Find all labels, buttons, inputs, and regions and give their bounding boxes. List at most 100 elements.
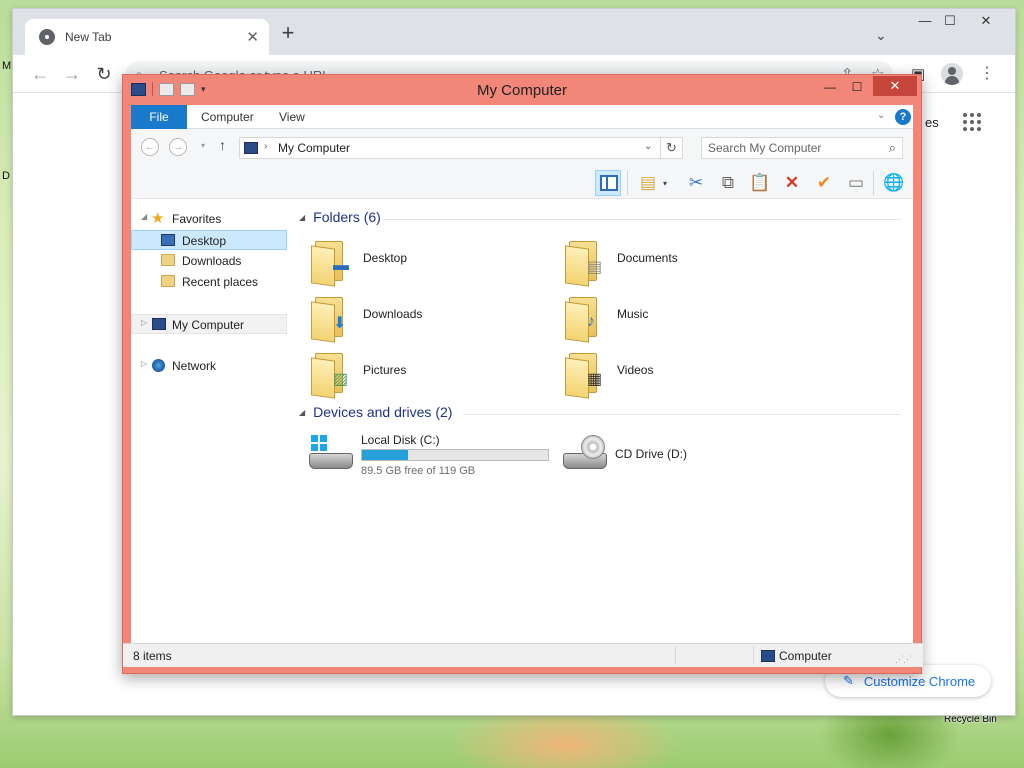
breadcrumb-separator-icon[interactable]: › [264,141,267,152]
group-header-folders[interactable]: ◢ Folders (6) [299,209,381,229]
cd-drive-icon [563,435,609,475]
help-icon[interactable]: ? [895,109,911,125]
sidebar-item-downloads[interactable]: Downloads [131,251,287,271]
drive-local-disk-c[interactable]: Local Disk (C:) 89.5 GB free of 119 GB [309,431,559,483]
folder-icon: ▤ [565,237,605,287]
download-arrow-icon: ⬇ [333,315,347,332]
folder-label: Pictures [363,363,407,377]
toolbar-divider [873,171,874,195]
sidebar-item-my-computer[interactable]: ▷ My Computer [131,314,287,334]
computer-icon [152,318,166,330]
chrome-menu-icon[interactable]: ⋮ [979,63,995,83]
folder-label: Music [617,307,649,321]
navigation-pane-button[interactable] [595,170,621,196]
sidebar-item-desktop[interactable]: Desktop [131,230,287,250]
tab-close-icon[interactable]: ✕ [246,28,259,46]
up-button[interactable]: ↑ [219,137,226,153]
sidebar-item-label: Downloads [182,254,242,268]
ntp-images-link-fragment[interactable]: es [925,115,939,130]
resize-grip-icon[interactable]: ⋰⋰ [895,654,912,665]
drive-free-space: 89.5 GB free of 119 GB [361,465,476,477]
statusbar-item-count: 8 items [133,649,172,663]
downloads-folder-icon [161,254,175,266]
copy-button[interactable]: ⧉ [715,170,741,196]
google-apps-icon[interactable] [963,113,981,131]
search-input[interactable] [708,141,878,155]
layout-pane-icon [600,175,618,191]
sidebar-item-favorites[interactable]: ◢ ★ Favorites [131,209,287,229]
globe-button[interactable]: 🌐 [881,170,907,196]
cut-button[interactable]: ✂ [683,170,709,196]
explorer-statusbar: 8 items Computer ⋰⋰ [123,643,923,667]
paste-button[interactable]: 📋 [747,170,773,196]
chrome-logo-icon [39,29,55,45]
new-tab-button[interactable]: + [277,22,299,45]
tab-file[interactable]: File [131,105,187,129]
search-icon[interactable]: ⌕ [889,140,896,156]
reload-button[interactable]: ↻ [93,64,115,85]
properties-folder-button[interactable]: ▤ [635,170,661,196]
check-button[interactable]: ✔ [811,170,837,196]
address-dropdown-icon[interactable]: ⌄ [644,141,652,152]
profile-avatar[interactable] [941,63,963,85]
rename-button[interactable]: ▭ [843,170,869,196]
expand-caret-icon[interactable]: ◢ [141,212,147,221]
explorer-titlebar[interactable]: ▾ My Computer — ☐ ✕ [123,75,921,105]
tab-view[interactable]: View [265,105,319,129]
chrome-maximize-button[interactable]: ☐ [935,13,965,29]
collapse-caret-icon[interactable]: ◢ [299,213,305,222]
tab-new-tab[interactable]: New Tab ✕ [25,19,269,55]
group-header-devices[interactable]: ◢ Devices and drives (2) [299,404,452,424]
collapsed-caret-icon[interactable]: ▷ [141,318,147,327]
explorer-minimize-button[interactable]: — [816,77,844,97]
group-divider [383,219,901,220]
address-bar[interactable]: › My Computer ⌄ [239,137,661,159]
tab-title: New Tab [65,30,112,44]
pencil-icon: ✎ [843,673,854,688]
tab-computer[interactable]: Computer [187,105,268,129]
folder-label: Downloads [363,307,423,321]
collapse-caret-icon[interactable]: ◢ [299,408,305,417]
statusbar-location: Computer [779,649,832,663]
folder-desktop[interactable]: ▬ Desktop [311,235,561,287]
recent-locations-icon[interactable]: ▾ [201,141,205,150]
music-note-icon: ♪ [587,313,595,330]
back-button[interactable]: ← [29,64,51,85]
ribbon-expand-icon[interactable]: ⌄ [877,110,885,121]
computer-icon [244,142,258,154]
collapsed-caret-icon[interactable]: ▷ [141,359,147,368]
forward-button[interactable]: → [61,64,83,85]
folder-documents[interactable]: ▤ Documents [565,235,815,287]
sidebar-item-label: My Computer [172,318,245,332]
windows-logo-icon [311,435,327,451]
desktop-icon [161,234,175,246]
content-pane: ◢ Folders (6) ▬ Desktop ▤ Documents ⬇ Dow… [291,199,913,629]
delete-button[interactable]: ✕ [779,170,805,196]
chrome-tabstrip: New Tab ✕ + ⌄ — ☐ ✕ [13,9,1015,55]
sidebar-item-recent-places[interactable]: Recent places [131,272,287,292]
tab-search-icon[interactable]: ⌄ [875,27,887,44]
search-box[interactable]: ⌕ [701,137,903,159]
hard-drive-icon [309,435,355,475]
back-button[interactable]: ← [141,138,159,156]
folder-videos[interactable]: ▦ Videos [565,347,815,399]
breadcrumb-my-computer[interactable]: My Computer [278,141,350,155]
drive-cd-d[interactable]: CD Drive (D:) [563,431,813,483]
refresh-button[interactable]: ↻ [661,137,683,159]
forward-button[interactable]: → [169,138,187,156]
drive-usage-bar [361,449,549,461]
folder-downloads[interactable]: ⬇ Downloads [311,291,561,343]
folder-label: Desktop [363,251,408,265]
chrome-close-button[interactable]: ✕ [971,13,1001,29]
properties-dropdown-icon[interactable]: ▾ [663,179,667,188]
explorer-close-button[interactable]: ✕ [873,76,917,96]
folder-icon: ▨ [311,349,351,399]
folder-pictures[interactable]: ▨ Pictures [311,347,561,399]
ribbon-tabs: File Computer View ⌄ ? [131,105,913,129]
sidebar-item-network[interactable]: ▷ Network [131,356,287,376]
explorer-maximize-button[interactable]: ☐ [843,77,871,97]
folder-music[interactable]: ♪ Music [565,291,815,343]
desktop-icon-label-fragment: D [2,170,10,182]
group-title: Devices and drives (2) [313,404,453,420]
statusbar-divider [675,646,676,664]
